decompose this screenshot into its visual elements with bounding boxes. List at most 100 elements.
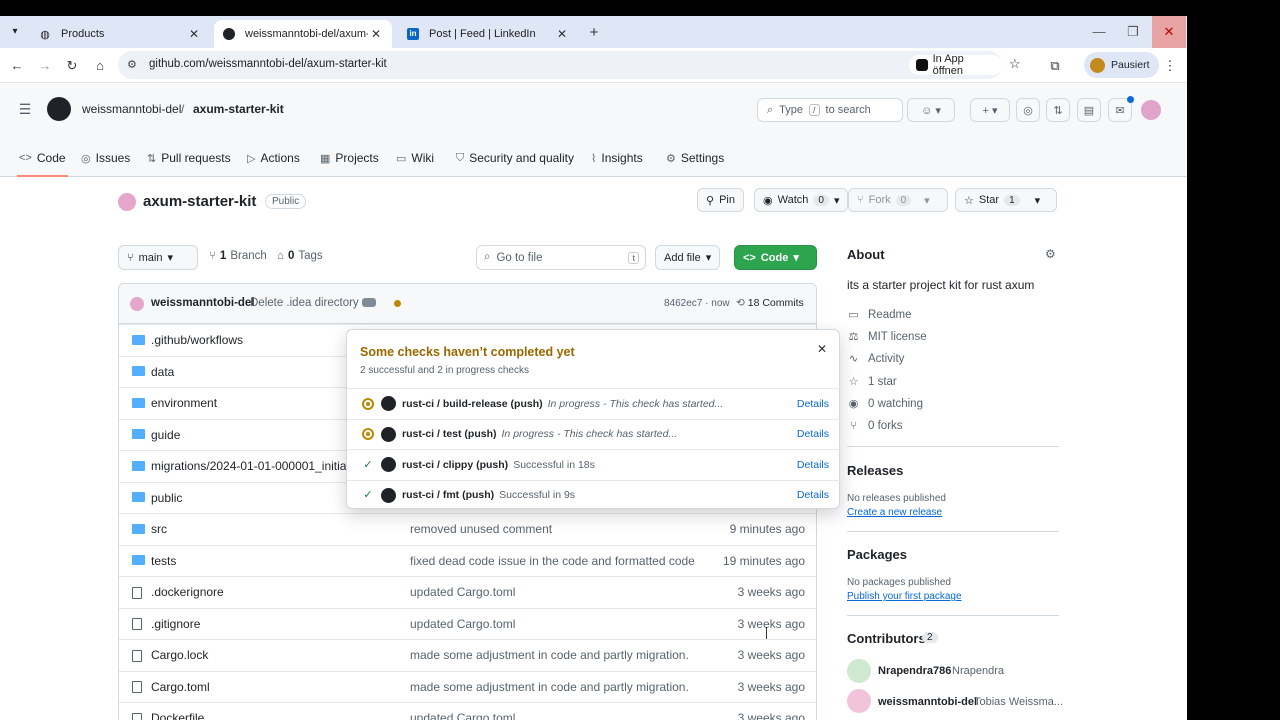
forks-link[interactable]: ⑂ 0 forks	[847, 420, 902, 432]
packages-heading[interactable]: Packages	[847, 547, 907, 562]
file-name[interactable]: .gitignore	[151, 617, 200, 631]
create-new-button[interactable]: + ▾	[970, 98, 1010, 122]
activity-link[interactable]: ∿ Activity	[847, 352, 905, 366]
license-link[interactable]: ⚖ MIT license	[847, 330, 927, 344]
commits-link[interactable]: ⟲ 18 Commits	[736, 297, 804, 309]
home-icon[interactable]: ⌂	[91, 57, 109, 75]
forward-icon[interactable]: →	[36, 57, 54, 75]
new-tab-icon[interactable]: +	[585, 24, 603, 42]
contributors-heading[interactable]: Contributors	[847, 631, 926, 646]
tab-issues[interactable]: ◎ Issues	[81, 151, 130, 165]
close-window-icon[interactable]: ✕	[1152, 16, 1186, 48]
contributor-login[interactable]: Nrapendra786	[878, 665, 951, 677]
file-name[interactable]: .dockerignore	[151, 585, 224, 599]
fork-button[interactable]: ⑂ Fork 0 ▾	[848, 188, 948, 212]
file-name[interactable]: public	[151, 491, 182, 505]
close-tab-icon[interactable]: ✕	[186, 27, 202, 41]
file-commit-message[interactable]: made some adjustment in code and partly …	[410, 680, 689, 694]
contributor-login[interactable]: weissmanntobi-del	[878, 696, 977, 708]
file-commit-message[interactable]: removed unused comment	[410, 522, 552, 536]
file-name[interactable]: Cargo.toml	[151, 680, 210, 694]
check-details-link[interactable]: Details	[797, 459, 829, 471]
readme-link[interactable]: ▭ Readme	[847, 308, 911, 322]
pin-button[interactable]: ⚲ Pin	[697, 188, 744, 212]
issues-header-button[interactable]: ◎	[1016, 98, 1040, 122]
bookmark-star-icon[interactable]: ☆	[1009, 56, 1021, 72]
file-name[interactable]: src	[151, 522, 167, 536]
gear-icon[interactable]: ⚙	[1045, 247, 1056, 261]
publish-package-link[interactable]: Publish your first package	[847, 591, 962, 602]
tab-insights[interactable]: ⌇ Insights	[591, 151, 643, 165]
stars-link[interactable]: ☆ 1 star	[847, 375, 897, 389]
tab-projects[interactable]: ▦ Projects	[320, 151, 379, 165]
watch-button[interactable]: ◉ Watch 0 ▾	[754, 188, 849, 212]
releases-heading[interactable]: Releases	[847, 463, 903, 478]
file-commit-message[interactable]: updated Cargo.toml	[410, 711, 515, 720]
star-button[interactable]: ☆ Star 1 ▾	[955, 188, 1057, 212]
file-row[interactable]: Cargo.lock made some adjustment in code a…	[119, 639, 816, 671]
close-icon[interactable]: ✕	[815, 342, 829, 356]
check-details-link[interactable]: Details	[797, 489, 829, 501]
file-name[interactable]: tests	[151, 554, 176, 568]
commit-message[interactable]: Delete .idea directory	[250, 297, 359, 309]
repos-header-button[interactable]: ▤	[1077, 98, 1101, 122]
file-name[interactable]: migrations/2024-01-01-000001_initial_sc	[151, 459, 368, 473]
breadcrumb-owner[interactable]: weissmanntobi-del	[82, 102, 181, 116]
tab-code[interactable]: <> Code	[19, 151, 66, 165]
hamburger-menu-icon[interactable]: ☰	[17, 101, 33, 117]
file-name[interactable]: data	[151, 365, 174, 379]
file-row[interactable]: src removed unused comment 9 minutes ago	[119, 513, 816, 545]
create-release-link[interactable]: Create a new release	[847, 507, 942, 518]
contributor-avatar[interactable]	[847, 689, 871, 713]
open-in-app-button[interactable]: In App öffnen	[909, 53, 1002, 77]
file-row[interactable]: .gitignore updated Cargo.toml 3 weeks ago	[119, 607, 816, 640]
commit-author[interactable]: weissmanntobi-del	[151, 297, 255, 309]
search-input[interactable]: ⌕ Type / to search	[757, 98, 903, 122]
file-name[interactable]: guide	[151, 428, 180, 442]
add-file-button[interactable]: Add file ▾	[655, 245, 721, 270]
close-tab-icon[interactable]: ✕	[368, 27, 384, 41]
branch-selector[interactable]: ⑂ main ▾	[118, 245, 198, 270]
browser-menu-icon[interactable]: ⋮	[1161, 57, 1179, 75]
address-bar[interactable]: ⚙ github.com/weissmanntobi-del/axum-star…	[118, 51, 1021, 79]
tab-github[interactable]: weissmanntobi-del/axum-starte ✕	[214, 20, 392, 48]
file-name[interactable]: .github/workflows	[151, 333, 243, 347]
breadcrumb-repo[interactable]: axum-starter-kit	[193, 102, 284, 116]
github-logo-icon[interactable]	[47, 97, 71, 121]
check-details-link[interactable]: Details	[797, 398, 829, 410]
go-to-file-input[interactable]: ⌕ Go to file t	[476, 245, 646, 270]
user-avatar[interactable]	[1141, 100, 1161, 120]
file-name[interactable]: Dockerfile	[151, 711, 204, 720]
back-icon[interactable]: ←	[8, 57, 26, 75]
tab-products[interactable]: ◍ Products ✕	[30, 20, 210, 48]
pending-status-icon[interactable]	[394, 300, 401, 307]
file-commit-message[interactable]: fixed dead code issue in the code and fo…	[410, 554, 695, 568]
tab-security[interactable]: ⛉ Security and quality	[456, 151, 574, 165]
file-row[interactable]: tests fixed dead code issue in the code a…	[119, 544, 816, 577]
file-row[interactable]: .dockerignore updated Cargo.toml 3 weeks a…	[119, 576, 816, 608]
tags-link[interactable]: ⌂ 0 Tags	[277, 250, 323, 262]
site-info-icon[interactable]: ⚙	[127, 58, 137, 71]
check-details-link[interactable]: Details	[797, 428, 829, 440]
tab-settings[interactable]: ⚙ Settings	[666, 151, 724, 165]
repo-title[interactable]: axum-starter-kit	[143, 193, 256, 210]
tab-linkedin[interactable]: in Post | Feed | LinkedIn ✕	[398, 20, 578, 48]
file-commit-message[interactable]: updated Cargo.toml	[410, 585, 515, 599]
tab-search-icon[interactable]: ▾	[7, 24, 23, 40]
minimize-icon[interactable]: —	[1082, 16, 1116, 48]
file-row[interactable]: Cargo.toml made some adjustment in code a…	[119, 670, 816, 703]
tab-wiki[interactable]: ▭ Wiki	[396, 151, 434, 165]
reload-icon[interactable]: ↻	[63, 57, 81, 75]
copilot-button[interactable]: ☺ ▾	[907, 98, 955, 122]
tab-actions[interactable]: ▷ Actions	[247, 151, 300, 165]
code-button[interactable]: <> Code ▾	[734, 245, 817, 270]
profile-button[interactable]: Pausiert	[1084, 52, 1159, 78]
pulls-header-button[interactable]: ⇅	[1046, 98, 1070, 122]
watchers-link[interactable]: ◉ 0 watching	[847, 397, 923, 411]
file-name[interactable]: environment	[151, 396, 217, 410]
contributor-avatar[interactable]	[847, 659, 871, 683]
extensions-icon[interactable]: ⧉	[1046, 57, 1064, 75]
file-commit-message[interactable]: made some adjustment in code and partly …	[410, 648, 689, 662]
file-row[interactable]: Dockerfile updated Cargo.toml 3 weeks ago	[119, 702, 816, 720]
expand-commit-icon[interactable]	[362, 298, 376, 307]
